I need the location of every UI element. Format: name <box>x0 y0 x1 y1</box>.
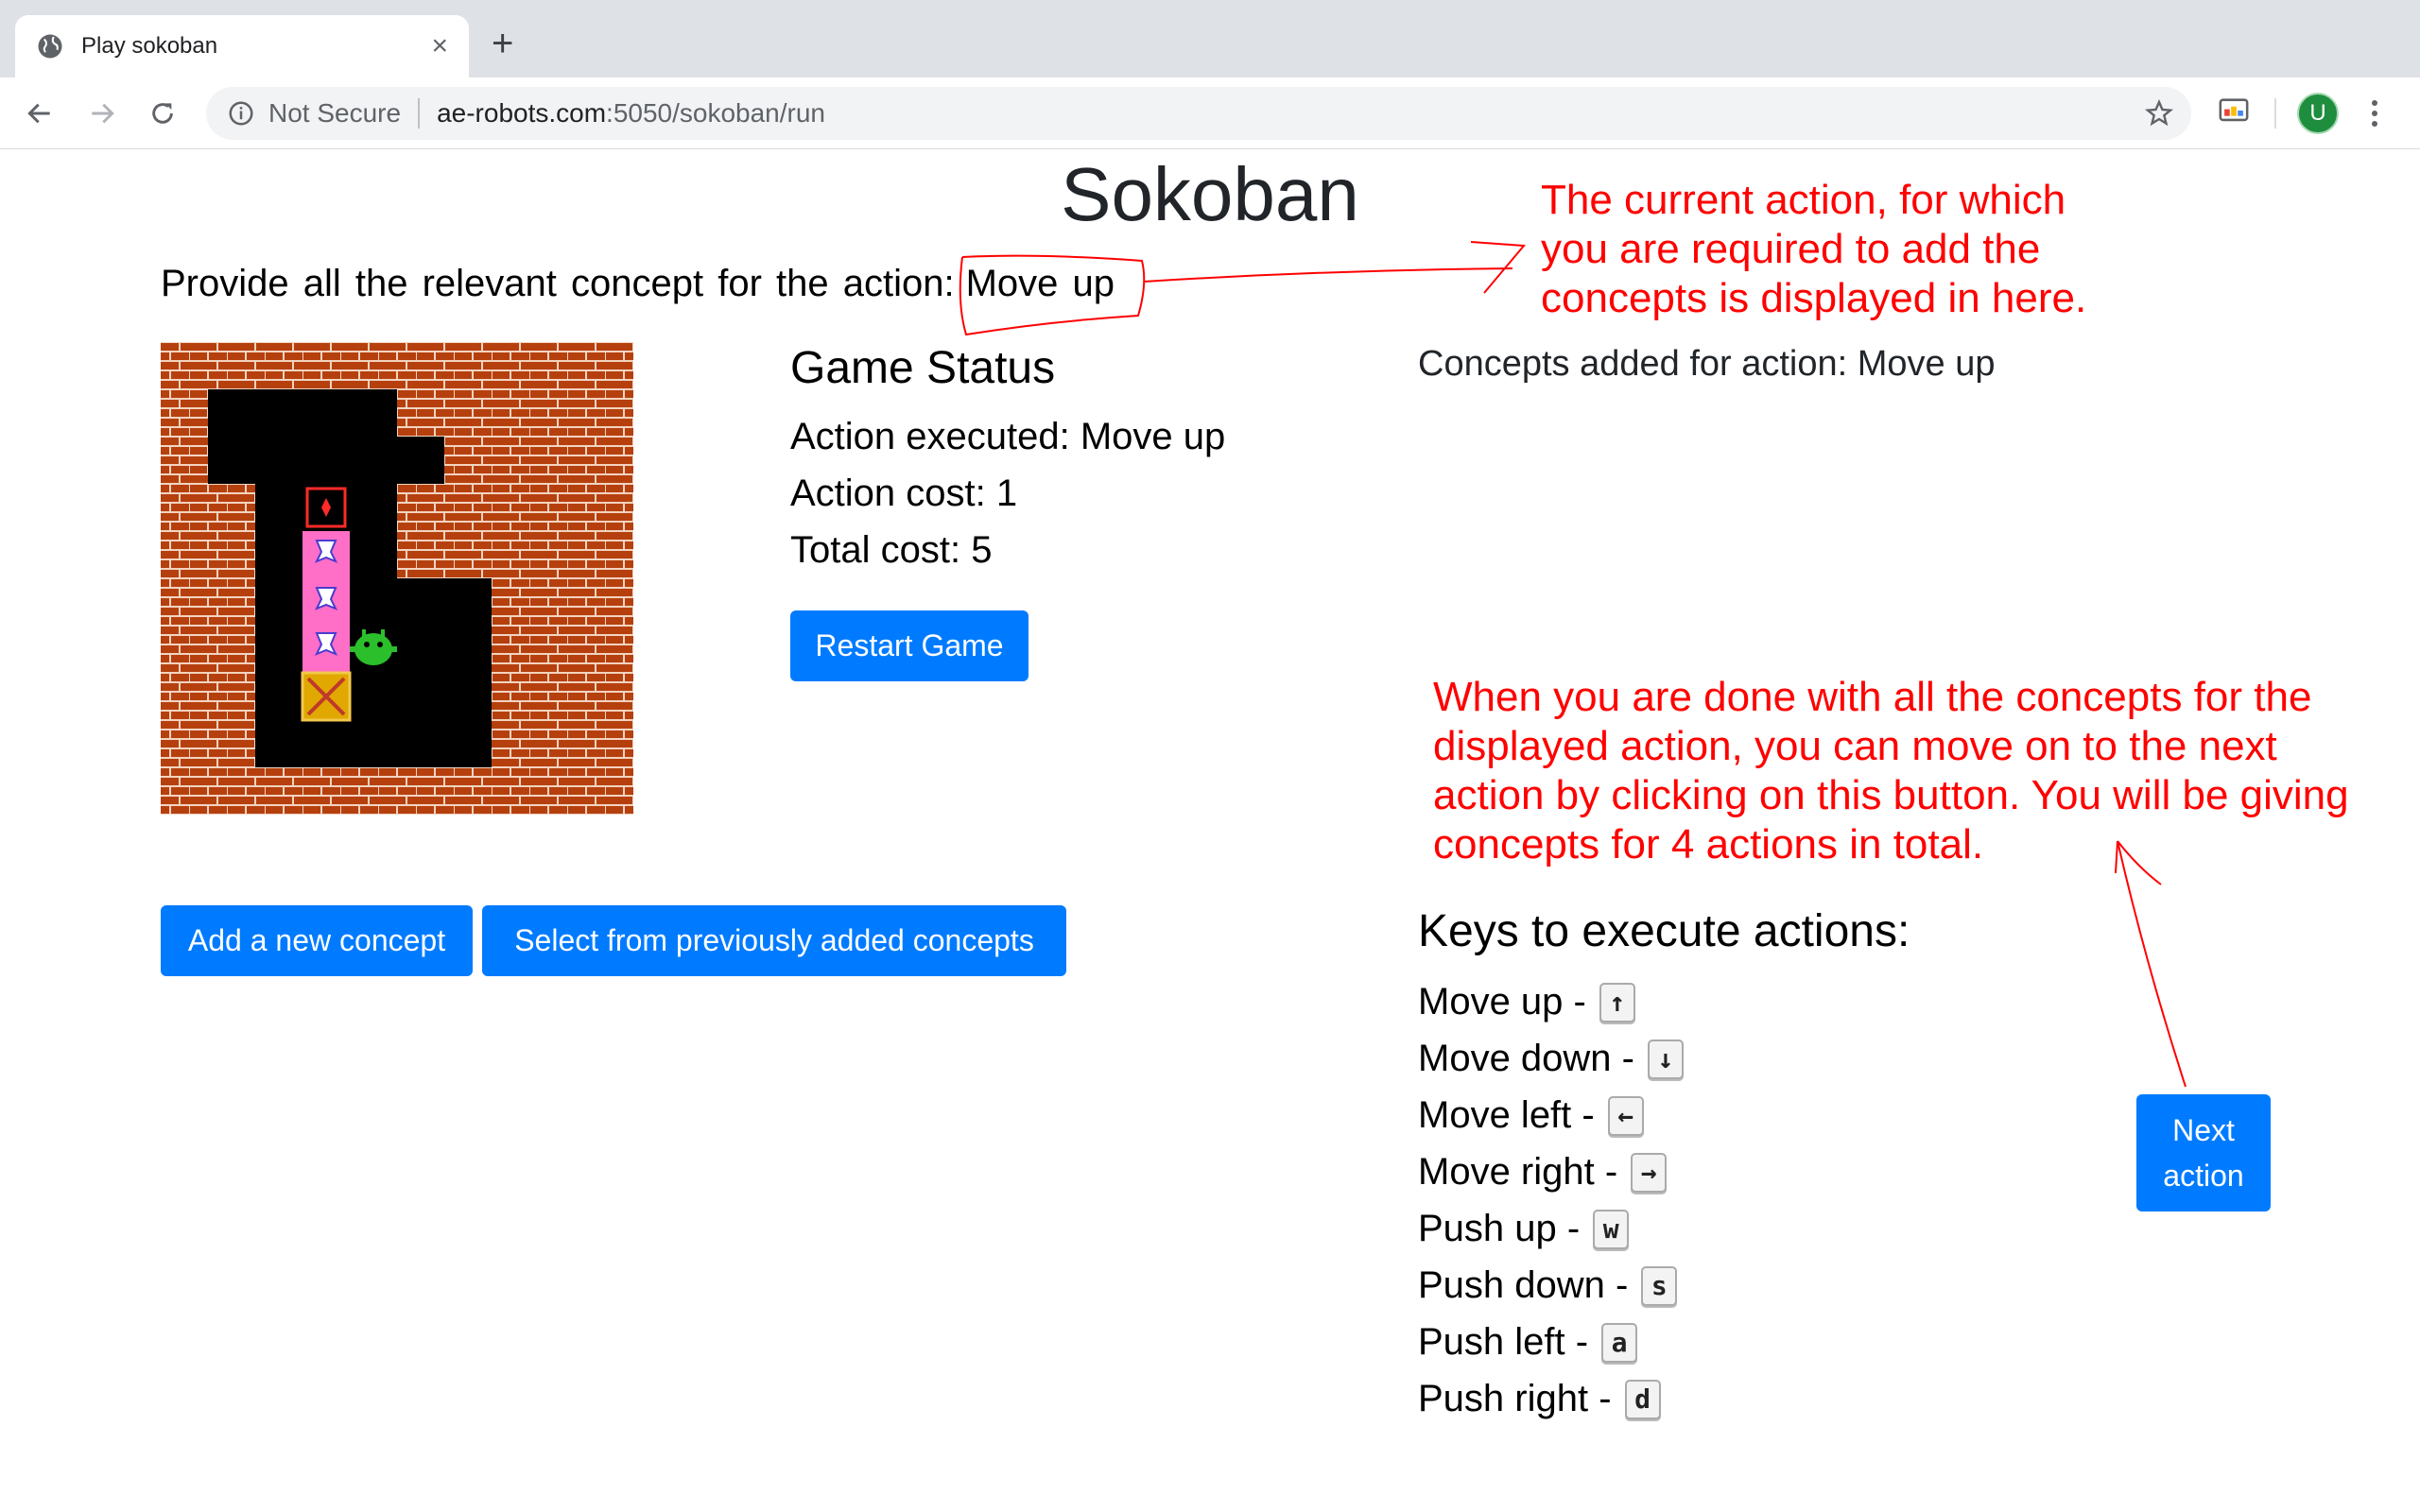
reload-button[interactable] <box>144 94 182 132</box>
restart-game-button[interactable]: Restart Game <box>790 610 1028 681</box>
back-arrow-icon <box>27 103 50 124</box>
instruction-text: Provide all the relevant concept for the… <box>161 263 955 304</box>
key-label: Move left - <box>1418 1094 1595 1136</box>
key-label: Push left - <box>1418 1321 1589 1363</box>
reload-icon <box>152 103 173 124</box>
key-row-move-left: Move left - ← <box>1418 1094 1644 1137</box>
action-executed: Action executed: Move up <box>790 416 1226 457</box>
info-icon <box>229 101 253 126</box>
key-row-move-up: Move up - ↑ <box>1418 981 1635 1023</box>
key-a: a <box>1601 1322 1638 1363</box>
action-cost: Action cost: 1 <box>790 472 1018 514</box>
key-label: Push down - <box>1418 1264 1629 1306</box>
action-instruction: Provide all the relevant concept for the… <box>161 263 1115 305</box>
next-action-label-line1: Next <box>2172 1113 2235 1147</box>
omnibox-divider <box>418 98 421 129</box>
bookmark-star-icon[interactable] <box>2144 98 2174 129</box>
key-row-move-right: Move right - → <box>1418 1151 1668 1194</box>
key-row-push-down: Push down - s <box>1418 1264 1678 1307</box>
profile-avatar[interactable]: U <box>2297 93 2339 134</box>
back-button[interactable] <box>21 94 59 132</box>
address-bar[interactable]: Not Secure ae-robots.com:5050/sokoban/ru… <box>206 87 2191 140</box>
crate <box>301 671 352 722</box>
key-row-move-down: Move down - ↓ <box>1418 1038 1684 1080</box>
next-action-label-line2: action <box>2163 1159 2244 1193</box>
security-label: Not Secure <box>268 98 402 128</box>
next-button-pointer-arrow <box>2115 840 2187 1088</box>
key-label: Push right - <box>1418 1378 1612 1419</box>
key-s: s <box>1641 1265 1678 1306</box>
key-arrow-right: → <box>1631 1152 1668 1193</box>
add-concept-button[interactable]: Add a new concept <box>161 905 473 976</box>
forward-button[interactable] <box>83 94 121 132</box>
browser-tab[interactable]: Play sokoban × <box>15 15 469 77</box>
action-pointer-arrow <box>1143 241 1527 294</box>
key-row-push-left: Push left - a <box>1418 1321 1638 1364</box>
game-status-heading: Game Status <box>790 343 1056 393</box>
cast-extension-icon[interactable] <box>2218 94 2250 127</box>
menu-kebab-icon[interactable] <box>2365 96 2384 130</box>
key-arrow-down: ↓ <box>1647 1039 1684 1079</box>
new-tab-button[interactable]: + <box>492 25 513 62</box>
key-label: Move right - <box>1418 1151 1618 1193</box>
globe-icon <box>38 34 62 59</box>
current-action: Move up <box>965 263 1115 304</box>
tab-strip: Play sokoban × + <box>0 0 2420 77</box>
tab-title: Play sokoban <box>81 33 218 59</box>
sokoban-board <box>161 342 633 815</box>
key-label: Move down - <box>1418 1038 1634 1079</box>
current-action-annotation: The current action, for which you are re… <box>1541 177 2087 321</box>
url-host: ae-robots.com <box>437 98 607 128</box>
goal-tile <box>305 487 347 528</box>
key-d: d <box>1624 1379 1661 1419</box>
select-concepts-button[interactable]: Select from previously added concepts <box>482 905 1066 976</box>
next-action-button[interactable]: Next action <box>2136 1094 2271 1211</box>
keys-heading: Keys to execute actions: <box>1418 906 1910 956</box>
key-label: Move up - <box>1418 981 1586 1022</box>
concepts-added-heading: Concepts added for action: Move up <box>1418 344 1996 384</box>
box-on-goal-tiles <box>302 531 350 673</box>
url-path: :5050/sokoban/run <box>606 98 826 128</box>
key-row-push-up: Push up - w <box>1418 1208 1630 1250</box>
tab-close-icon[interactable]: × <box>431 32 448 60</box>
key-arrow-left: ← <box>1607 1095 1644 1136</box>
next-action-annotation: When you are done with all the concepts … <box>1433 674 2349 868</box>
forward-arrow-icon <box>92 103 114 124</box>
total-cost: Total cost: 5 <box>790 529 993 571</box>
key-row-push-right: Push right - d <box>1418 1378 1661 1420</box>
browser-toolbar: Not Secure ae-robots.com:5050/sokoban/ru… <box>0 77 2420 149</box>
key-arrow-up: ↑ <box>1599 982 1635 1022</box>
key-label: Push up - <box>1418 1208 1581 1249</box>
key-w: w <box>1593 1209 1630 1249</box>
toolbar-divider <box>2274 98 2276 129</box>
